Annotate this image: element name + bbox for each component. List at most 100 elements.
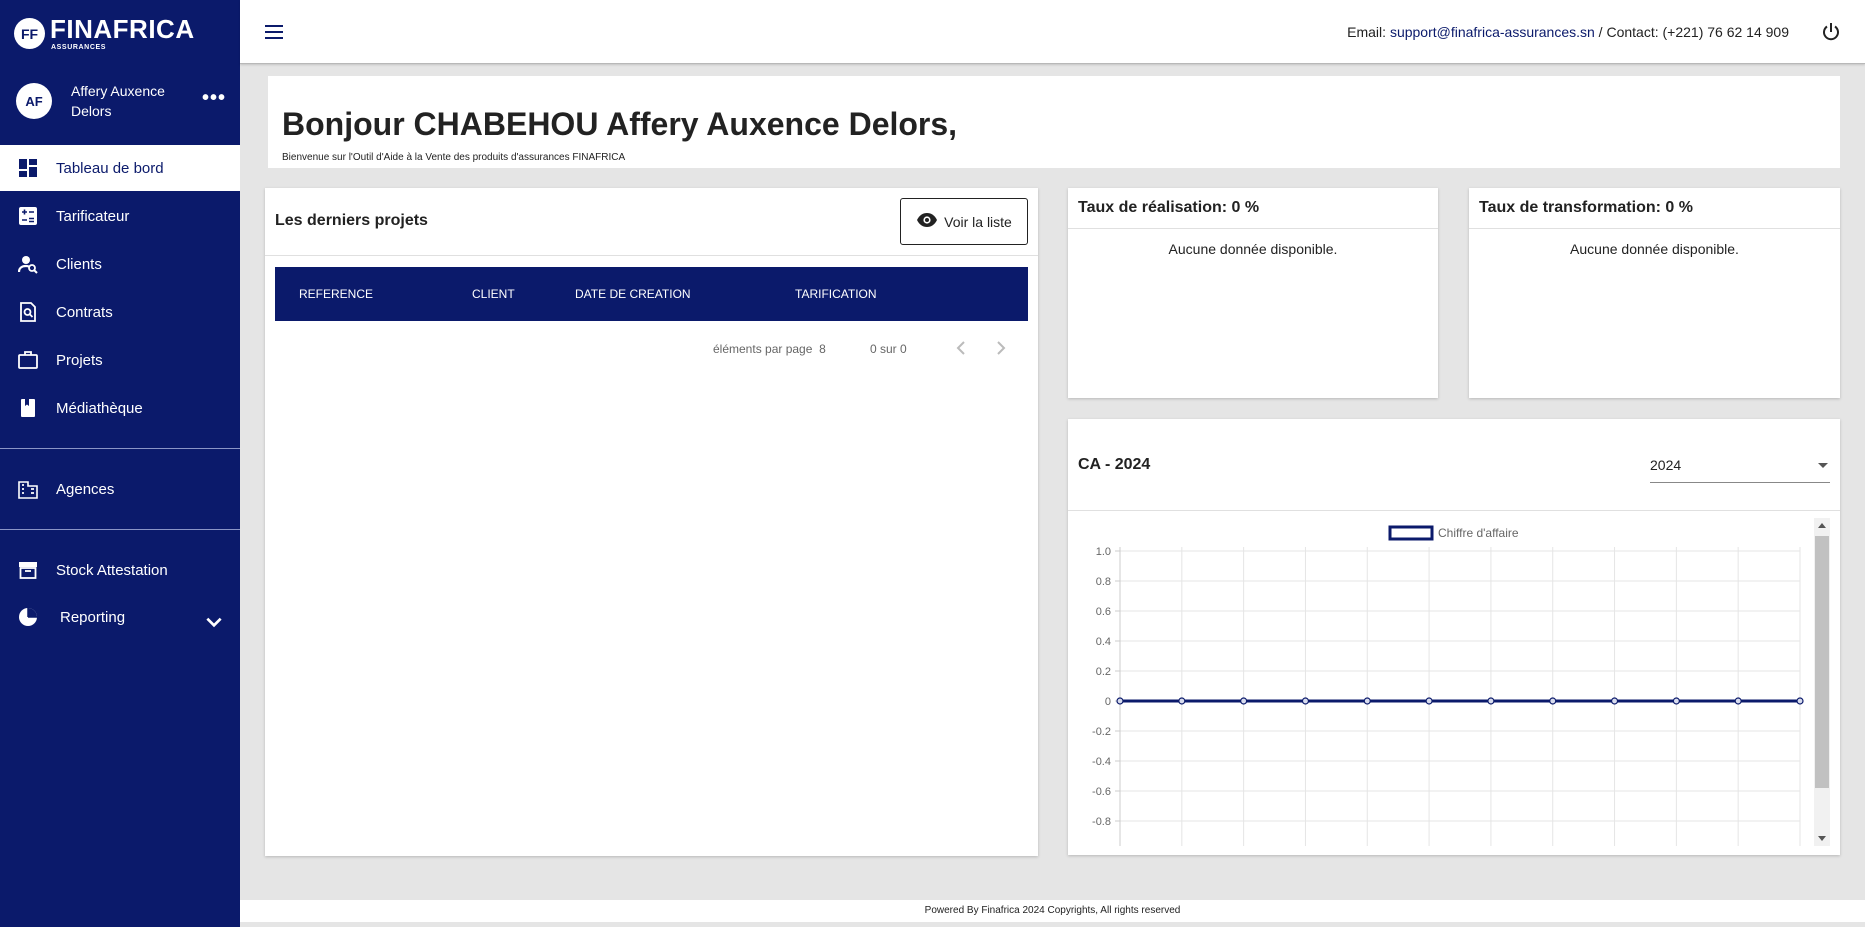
sidebar-item-clients[interactable]: Clients [0, 241, 240, 287]
sidebar-item-label: Stock Attestation [56, 561, 168, 579]
scroll-thumb[interactable] [1815, 536, 1829, 788]
sidebar-item-label: Reporting [60, 608, 126, 626]
welcome-banner: Bonjour CHABEHOU Affery Auxence Delors, … [268, 76, 1840, 168]
sidebar-item-label: Clients [56, 255, 102, 273]
calculator-icon [18, 206, 38, 226]
ca-chart: 1.0 0.8 0.6 0.4 0.2 0 -0.2 -0.4 -0.6 -0.8 Chiffre … [1092, 525, 1804, 846]
building-icon [18, 479, 38, 499]
realisation-empty: Aucune donnée disponible. [1168, 241, 1338, 257]
y-tick-label: 0.4 [1096, 636, 1111, 648]
sidebar-item-label: Agences [56, 480, 115, 498]
view-list-label: Voir la liste [944, 213, 1012, 230]
data-point [1178, 697, 1186, 705]
brand-sub: ASSURANCES [51, 44, 107, 51]
y-tick-label: 0.8 [1096, 576, 1111, 588]
topbar: Email: support@finafrica-assurances.sn /… [240, 0, 1865, 64]
email-label: Email: [1347, 24, 1390, 40]
scroll-up-icon[interactable] [1818, 523, 1826, 528]
year-select[interactable]: 2024 [1650, 455, 1830, 483]
logo[interactable]: FF FINAFRICA ASSURANCES [14, 16, 195, 51]
eye-icon [916, 212, 944, 231]
contact-phone: / Contact: (+221) 76 62 14 909 [1594, 24, 1789, 40]
legend-label: Chiffre d'affaire [1438, 526, 1519, 540]
sidebar-item-agences[interactable]: Agences [0, 466, 240, 512]
realisation-title: Taux de réalisation: 0 % [1078, 199, 1260, 216]
briefcase-icon [18, 350, 38, 370]
data-point [1672, 697, 1680, 705]
page-range: 0 sur 0 [870, 342, 907, 356]
data-point [1240, 697, 1248, 705]
ca-card: CA - 2024 2024 1.0 0.8 0.6 0.4 0.2 0 -0.2 -0.4 -… [1068, 419, 1840, 855]
menu-icon[interactable] [264, 24, 284, 45]
chevron-down-icon [204, 612, 224, 636]
sidebar-item-tarificateur[interactable]: Tarificateur [0, 193, 240, 239]
data-point [1610, 697, 1619, 705]
page-subtitle: Bienvenue sur l'Outil d'Aide à la Vente … [282, 152, 626, 163]
sidebar-item-reporting[interactable]: Reporting [0, 594, 240, 640]
next-page-icon[interactable] [993, 339, 1009, 362]
person-search-icon [18, 254, 38, 274]
sidebar-item-label: Contrats [56, 303, 113, 321]
dropdown-arrow-icon [1818, 463, 1828, 468]
y-tick-label: -0.8 [1092, 816, 1111, 828]
column-header-client[interactable]: CLIENT [472, 287, 515, 301]
pie-chart-icon [18, 607, 38, 627]
contact-info: Email: support@finafrica-assurances.sn /… [1347, 24, 1789, 40]
column-header-reference[interactable]: REFERENCE [299, 287, 373, 301]
transformation-card: Taux de transformation: 0 % Aucune donné… [1469, 188, 1840, 398]
prev-page-icon[interactable] [953, 339, 969, 362]
data-point [1487, 697, 1495, 705]
items-per-page-select[interactable]: 8 [819, 342, 826, 356]
y-tick-label: -0.4 [1092, 756, 1111, 768]
logo-mark-icon: FF [14, 18, 45, 49]
y-tick-label: -0.2 [1092, 726, 1111, 738]
brand-name: FINAFRICA [50, 14, 195, 44]
data-point [1796, 697, 1804, 705]
data-point [1116, 697, 1124, 705]
book-icon [18, 398, 38, 418]
y-tick-label: 0.2 [1096, 666, 1111, 678]
sidebar: FF FINAFRICA ASSURANCES AF Affery Auxenc… [0, 0, 240, 927]
data-point [1425, 697, 1433, 705]
sidebar-item-label: Projets [56, 351, 103, 369]
email-link[interactable]: support@finafrica-assurances.sn [1390, 24, 1595, 40]
user-menu-icon[interactable]: ••• [202, 88, 226, 108]
document-search-icon [18, 302, 38, 322]
sidebar-item-contrats[interactable]: Contrats [0, 289, 240, 335]
sidebar-item-projets[interactable]: Projets [0, 337, 240, 383]
data-point [1549, 697, 1557, 705]
sidebar-item-stock-attestation[interactable]: Stock Attestation [0, 547, 240, 593]
view-list-button[interactable]: Voir la liste [900, 198, 1028, 245]
page-title: Bonjour CHABEHOU Affery Auxence Delors, [282, 106, 958, 142]
sidebar-divider [0, 529, 240, 530]
column-header-date[interactable]: DATE DE CREATION [575, 287, 691, 301]
avatar: AF [16, 83, 52, 119]
user-name: Affery Auxence Delors [71, 83, 165, 119]
y-tick-label: 0.6 [1096, 606, 1111, 618]
sidebar-divider [0, 448, 240, 449]
projects-title: Les derniers projets [275, 212, 428, 229]
y-tick-label: -0.6 [1092, 786, 1111, 798]
chart-scrollbar[interactable] [1814, 518, 1830, 846]
user-panel: AF Affery Auxence Delors ••• [16, 80, 226, 122]
transformation-title: Taux de transformation: 0 % [1479, 199, 1693, 216]
dashboard-icon [18, 158, 38, 178]
legend-swatch [1388, 525, 1434, 541]
data-point [1734, 697, 1742, 705]
projects-table-header: REFERENCE CLIENT DATE DE CREATION TARIFI… [275, 267, 1028, 321]
archive-icon [18, 560, 38, 580]
sidebar-item-mediatheque[interactable]: Médiathèque [0, 385, 240, 431]
ca-title: CA - 2024 [1078, 456, 1151, 473]
items-per-page: éléments par page 8 [713, 342, 826, 356]
y-tick-label: 1.0 [1096, 546, 1111, 558]
year-select-value: 2024 [1650, 457, 1682, 473]
data-point [1363, 697, 1371, 705]
y-tick-label: 0 [1105, 696, 1111, 708]
sidebar-item-label: Médiathèque [56, 399, 143, 417]
scroll-down-icon[interactable] [1818, 836, 1826, 841]
power-icon[interactable] [1821, 22, 1841, 47]
column-header-tarification[interactable]: TARIFICATION [795, 287, 877, 301]
sidebar-item-tableau-de-bord[interactable]: Tableau de bord [0, 145, 240, 191]
data-point [1301, 697, 1310, 705]
footer: Powered By Finafrica 2024 Copyrights, Al… [240, 900, 1865, 922]
